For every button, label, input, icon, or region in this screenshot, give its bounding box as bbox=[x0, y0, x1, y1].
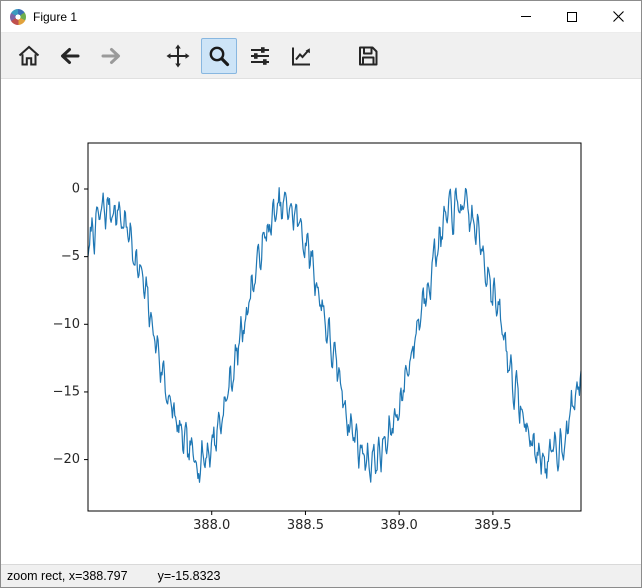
matplotlib-logo-icon bbox=[10, 8, 26, 25]
pan-arrows-icon bbox=[166, 44, 190, 67]
y-tick-label: −20 bbox=[53, 452, 80, 467]
save-button[interactable] bbox=[350, 38, 386, 74]
window-title: Figure 1 bbox=[33, 9, 78, 24]
configure-subplots-button[interactable] bbox=[242, 38, 278, 74]
figure-window: Figure 1 388.0 388.5 389.0 389.5 0 −5 −1… bbox=[0, 0, 642, 588]
plot-canvas[interactable]: 388.0 388.5 389.0 389.5 0 −5 −10 −15 −20 bbox=[1, 79, 641, 564]
y-tick-label: −15 bbox=[53, 384, 80, 399]
window-controls bbox=[503, 1, 641, 32]
zoom-button[interactable] bbox=[201, 37, 237, 74]
magnifier-icon bbox=[209, 46, 230, 66]
axes-background bbox=[88, 143, 581, 511]
x-tick-label: 389.5 bbox=[474, 518, 511, 533]
toolbar bbox=[1, 32, 641, 79]
forward-arrow-icon bbox=[101, 47, 120, 64]
home-icon bbox=[18, 45, 40, 65]
maximize-icon bbox=[567, 11, 577, 22]
y-tick-label: −10 bbox=[53, 317, 80, 332]
x-tick-label: 389.0 bbox=[381, 518, 418, 533]
forward-button[interactable] bbox=[93, 38, 129, 74]
minimize-button[interactable] bbox=[503, 1, 549, 32]
sliders-icon bbox=[251, 46, 269, 65]
chart-line-icon bbox=[292, 47, 310, 65]
back-arrow-icon bbox=[61, 47, 80, 64]
close-icon bbox=[612, 11, 624, 22]
status-message: zoom rect, x=388.797 bbox=[7, 569, 128, 583]
figure-svg[interactable]: 388.0 388.5 389.0 389.5 0 −5 −10 −15 −20 bbox=[1, 79, 641, 564]
floppy-disk-icon bbox=[359, 46, 378, 65]
titlebar[interactable]: Figure 1 bbox=[1, 1, 641, 32]
x-tick-label: 388.0 bbox=[193, 518, 230, 533]
close-button[interactable] bbox=[595, 1, 641, 32]
home-button[interactable] bbox=[11, 38, 47, 74]
edit-parameters-button[interactable] bbox=[283, 38, 319, 74]
y-tick-label: −5 bbox=[61, 249, 80, 264]
pan-button[interactable] bbox=[160, 38, 196, 74]
maximize-button[interactable] bbox=[549, 1, 595, 32]
status-y-coordinate: y=-15.8323 bbox=[157, 569, 221, 583]
minimize-icon bbox=[521, 16, 531, 17]
back-button[interactable] bbox=[52, 38, 88, 74]
x-tick-label: 388.5 bbox=[287, 518, 324, 533]
statusbar: zoom rect, x=388.797 y=-15.8323 bbox=[1, 564, 641, 587]
y-tick-label: 0 bbox=[72, 182, 80, 197]
